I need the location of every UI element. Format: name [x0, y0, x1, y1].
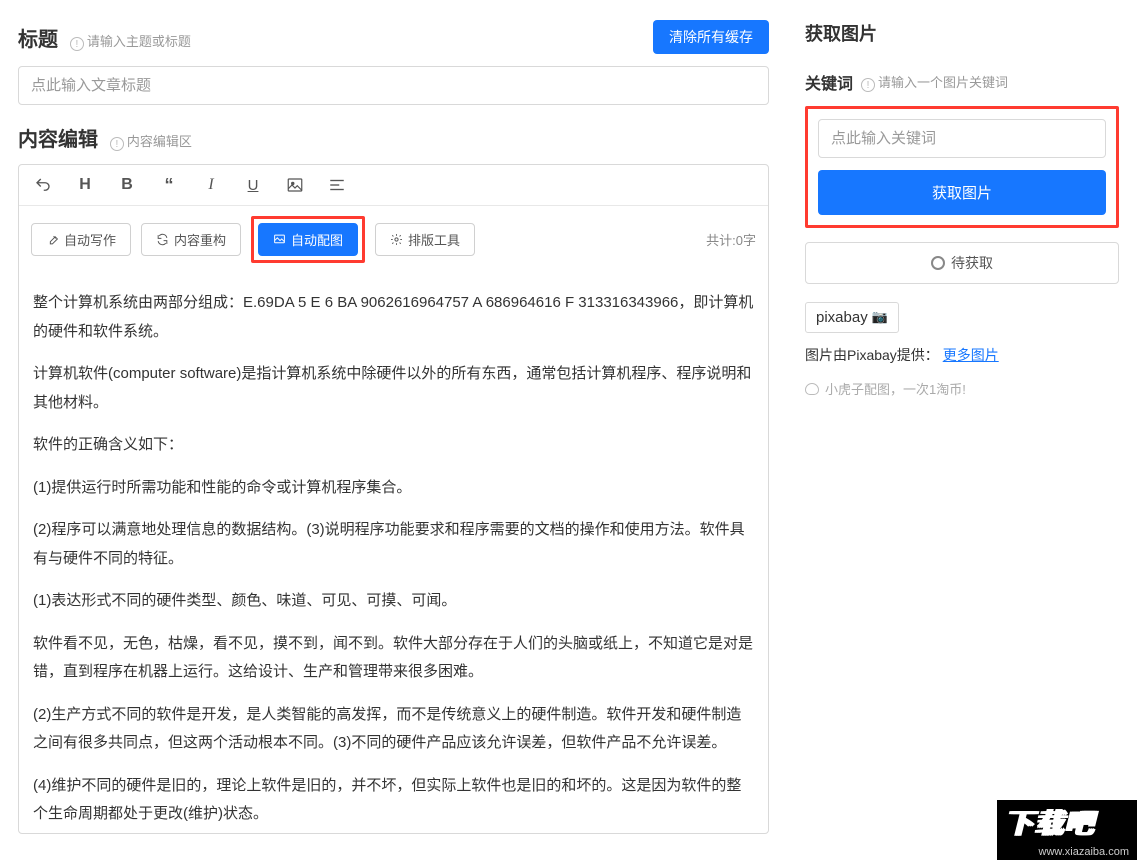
pending-button[interactable]: 待获取	[805, 242, 1119, 284]
article-title-input[interactable]	[18, 66, 769, 105]
info-icon: !	[110, 137, 124, 151]
spinner-icon	[931, 256, 945, 270]
restructure-button[interactable]: 内容重构	[141, 223, 241, 256]
editor-content[interactable]: 整个计算机系统由两部分组成：E.69DA 5 E 6 BA 9062616964…	[19, 273, 768, 833]
info-icon: !	[70, 37, 84, 51]
keyword-input[interactable]	[818, 119, 1106, 158]
format-toolbar: H B “ I U	[19, 165, 768, 206]
paragraph: (1)提供运行时所需功能和性能的命令或计算机程序集合。	[33, 474, 754, 503]
paragraph: 软件看不见，无色，枯燥，看不见，摸不到，闻不到。软件大部分存在于人们的头脑或纸上…	[33, 630, 754, 687]
footer-note: 小虎子配图，一次1淘币!	[805, 379, 1119, 398]
heading-icon[interactable]: H	[73, 173, 97, 197]
content-label: 内容编辑	[18, 129, 98, 151]
pixabay-badge: pixabay 📷	[805, 302, 899, 333]
title-hint: !请输入主题或标题	[70, 34, 191, 49]
paragraph: 计算机软件(computer software)是指计算机系统中除硬件以外的所有…	[33, 360, 754, 417]
camera-icon: 📷	[872, 309, 888, 324]
title-label: 标题	[18, 29, 58, 51]
keyword-hint: !请输入一个图片关键词	[861, 72, 1008, 92]
italic-icon[interactable]: I	[199, 173, 223, 197]
content-hint: !内容编辑区	[110, 134, 192, 149]
paragraph: (1)表达形式不同的硬件类型、颜色、味道、可见、可摸、可闻。	[33, 587, 754, 616]
image-panel: 获取图片 关键词 !请输入一个图片关键词 获取图片 待获取 pixabay 📷 …	[787, 0, 1137, 860]
editor-box: H B “ I U 自动写作	[18, 164, 769, 834]
title-section-header: 标题 !请输入主题或标题 清除所有缓存	[18, 20, 769, 54]
piggy-icon	[805, 383, 819, 395]
highlight-auto-image: 自动配图	[251, 216, 365, 263]
provided-by-text: 图片由Pixabay提供： 更多图片	[805, 345, 1119, 365]
watermark: 下载吧 www.xiazaiba.com	[997, 800, 1137, 860]
main-editor-panel: 标题 !请输入主题或标题 清除所有缓存 内容编辑 !内容编辑区	[0, 0, 787, 860]
align-left-icon[interactable]	[325, 173, 349, 197]
highlight-keyword-box: 获取图片	[805, 106, 1119, 228]
action-toolbar: 自动写作 内容重构 自动配图 排版工具	[19, 206, 768, 273]
layout-tools-button[interactable]: 排版工具	[375, 223, 475, 256]
paragraph: (2)生产方式不同的软件是开发，是人类智能的高发挥，而不是传统意义上的硬件制造。…	[33, 701, 754, 758]
image-panel-title: 获取图片	[805, 20, 1119, 46]
auto-image-button[interactable]: 自动配图	[258, 223, 358, 256]
more-images-link[interactable]: 更多图片	[943, 347, 999, 363]
content-section-header: 内容编辑 !内容编辑区	[18, 123, 769, 152]
auto-write-button[interactable]: 自动写作	[31, 223, 131, 256]
undo-icon[interactable]	[31, 173, 55, 197]
quote-icon[interactable]: “	[157, 173, 181, 197]
underline-icon[interactable]: U	[241, 173, 265, 197]
info-icon: !	[861, 78, 875, 92]
paragraph: (2)程序可以满意地处理信息的数据结构。(3)说明程序功能要求和程序需要的文档的…	[33, 516, 754, 573]
paragraph: 整个计算机系统由两部分组成：E.69DA 5 E 6 BA 9062616964…	[33, 289, 754, 346]
image-icon[interactable]	[283, 173, 307, 197]
paragraph: 软件的正确含义如下：	[33, 431, 754, 460]
clear-cache-button[interactable]: 清除所有缓存	[653, 20, 769, 54]
paragraph: (4)维护不同的硬件是旧的，理论上软件是旧的，并不坏，但实际上软件也是旧的和坏的…	[33, 772, 754, 829]
fetch-image-button[interactable]: 获取图片	[818, 170, 1106, 215]
bold-icon[interactable]: B	[115, 173, 139, 197]
keyword-label: 关键词	[805, 70, 853, 94]
word-count: 共计:0字	[706, 230, 756, 249]
